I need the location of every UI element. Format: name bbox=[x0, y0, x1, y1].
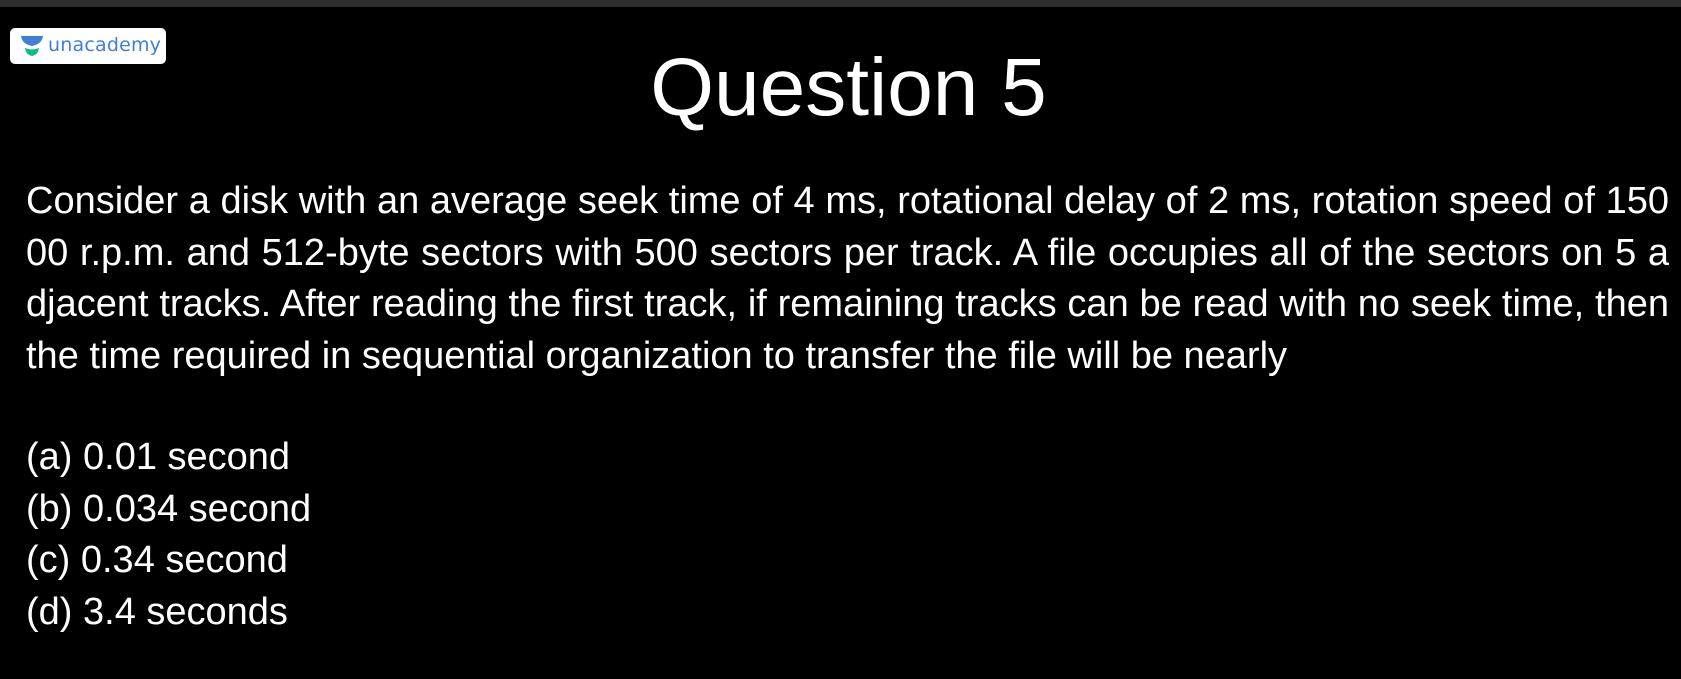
option-a: (a) 0.01 second bbox=[26, 436, 291, 478]
page-title: Question 5 bbox=[650, 42, 1047, 133]
option-b: (b) 0.034 second bbox=[26, 487, 312, 530]
question-text: Consider a disk with an average seek tim… bbox=[26, 180, 1669, 377]
option-d: (d) 3.4 seconds bbox=[26, 590, 288, 633]
window-top-bar bbox=[0, 0, 1681, 7]
answer-options: (a) 0.01 second (b) 0.034 second (c) 0.3… bbox=[26, 432, 311, 638]
option-c: (c) 0.34 second bbox=[26, 539, 288, 581]
